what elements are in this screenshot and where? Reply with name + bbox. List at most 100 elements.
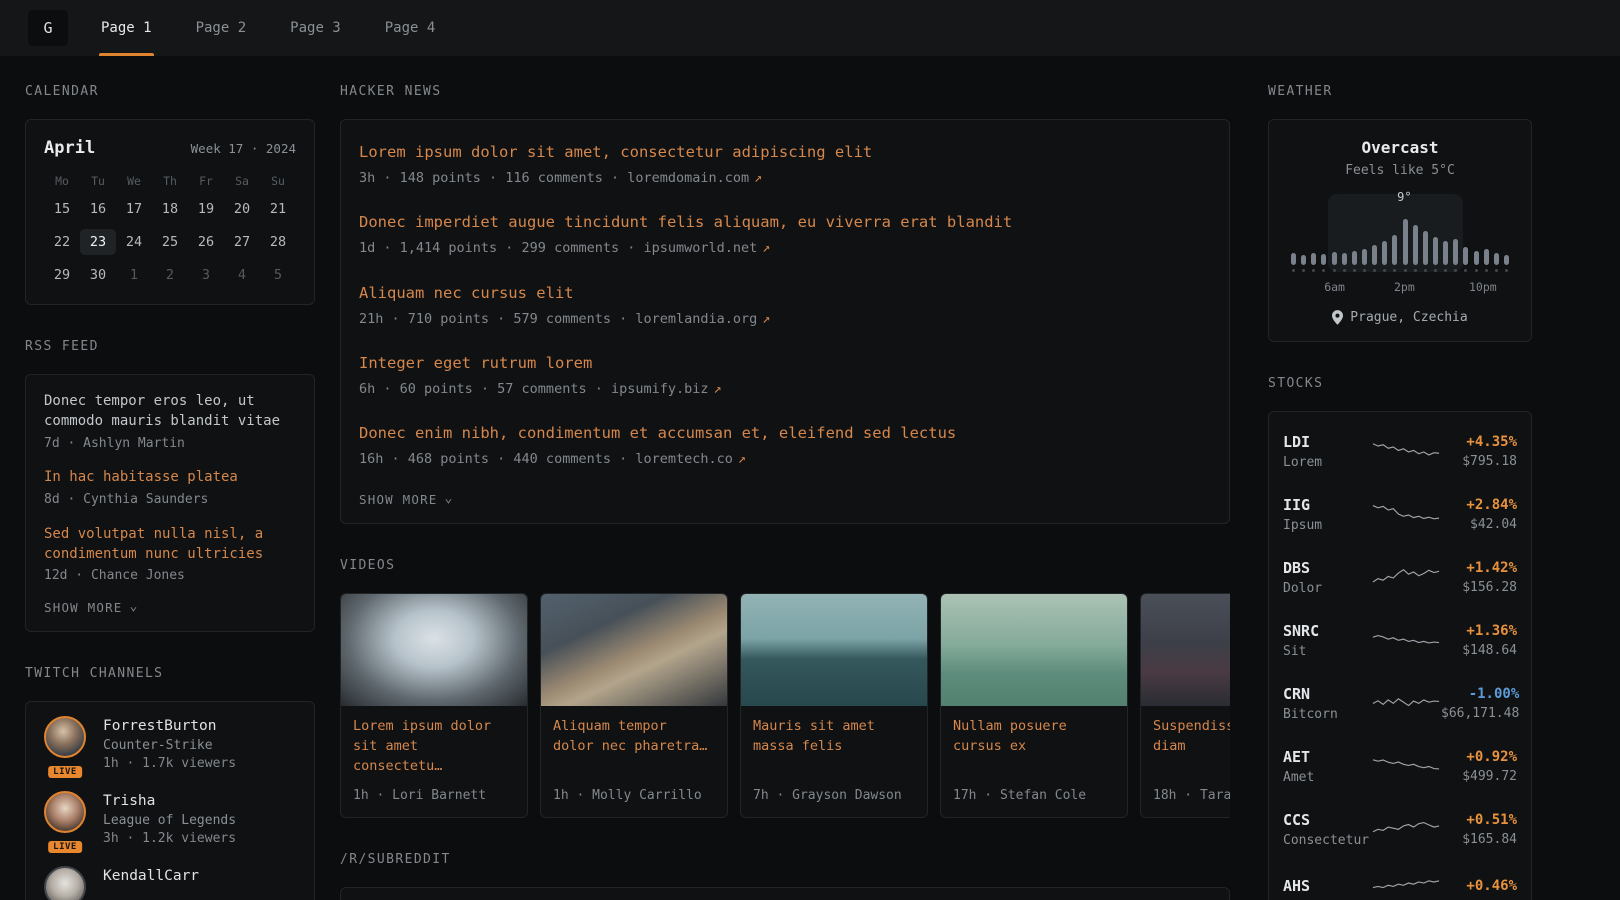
hn-story-meta-text: 16h · 468 points · 440 comments · loremt… [359, 451, 733, 467]
stock-row[interactable]: CCS Consectetur +0.51% $165.84 [1283, 798, 1517, 861]
channel-avatar: LIVE [44, 716, 90, 774]
video-thumbnail[interactable] [1141, 594, 1230, 706]
video-meta: 1h · Lori Barnett [341, 779, 527, 818]
hn-story-meta-text: 3h · 148 points · 116 comments · loremdo… [359, 170, 749, 186]
hn-story: Donec imperdiet augue tincidunt felis al… [359, 210, 1211, 258]
calendar-day: 18 [152, 196, 188, 222]
video-thumbnail[interactable] [741, 594, 927, 706]
hour-dot [1444, 269, 1447, 272]
hour-dot [1343, 269, 1346, 272]
video-card[interactable]: Nullam posuere cursus ex 17h · Stefan Co… [940, 593, 1128, 819]
section-title-calendar: CALENDAR [25, 84, 315, 99]
avatar [44, 791, 86, 833]
channel-name[interactable]: Trisha [103, 791, 236, 811]
video-meta: 7h · Grayson Dawson [741, 779, 927, 818]
channel-info: ForrestBurton Counter-Strike 1h · 1.7k v… [103, 716, 236, 774]
rss-show-more-button[interactable]: SHOW MORE ⌄ [44, 600, 139, 615]
hn-story-link[interactable]: Integer eget rutrum lorem [359, 351, 1211, 376]
rss-item-link[interactable]: Sed volutpat nulla nisl, a condimentum n… [44, 524, 296, 565]
video-card[interactable]: Aliquam tempor dolor nec pharetra… 1h · … [540, 593, 728, 819]
channel-name[interactable]: KendallCarr [103, 866, 199, 886]
page-tab[interactable]: Page 1 [86, 0, 167, 56]
calendar-days-grid: 1516171819202122232425262728293012345 [44, 196, 296, 288]
twitch-channel-row[interactable]: LIVE Trisha League of Legends 3h · 1.2k … [44, 791, 296, 849]
stock-row[interactable]: AET Amet +0.92% $499.72 [1283, 735, 1517, 798]
hour-dot [1363, 269, 1366, 272]
rss-item-link[interactable]: Donec tempor eros leo, ut commodo mauris… [44, 391, 296, 432]
video-thumbnail[interactable] [541, 594, 727, 706]
hn-story-link[interactable]: Donec imperdiet augue tincidunt felis al… [359, 210, 1211, 235]
stock-row[interactable]: DBS Dolor +1.42% $156.28 [1283, 546, 1517, 609]
hour-dot [1312, 269, 1315, 272]
hn-story-link[interactable]: Aliquam nec cursus elit [359, 281, 1211, 306]
middle-column: HACKER NEWS Lorem ipsum dolor sit amet, … [340, 84, 1230, 900]
video-card[interactable]: Lorem ipsum dolor sit amet consectetu… 1… [340, 593, 528, 819]
video-title-link[interactable]: Mauris sit amet massa felis [741, 706, 927, 779]
hn-story-link[interactable]: Donec enim nibh, condimentum et accumsan… [359, 421, 1211, 446]
rss-item-link[interactable]: In hac habitasse platea [44, 467, 296, 487]
stock-row[interactable]: AHS +0.46% [1283, 861, 1517, 900]
stock-row[interactable]: IIG Ipsum +2.84% $42.04 [1283, 483, 1517, 546]
rss-item: In hac habitasse platea 8d · Cynthia Sau… [44, 467, 296, 509]
hour-bar-column [1342, 253, 1347, 272]
stock-change-percent: +0.92% [1441, 749, 1517, 765]
video-thumbnail[interactable] [941, 594, 1127, 706]
video-card[interactable]: Mauris sit amet massa felis 7h · Grayson… [740, 593, 928, 819]
stock-row[interactable]: LDI Lorem +4.35% $795.18 [1283, 420, 1517, 483]
hour-bar-column [1474, 251, 1479, 272]
channel-info: Trisha League of Legends 3h · 1.2k viewe… [103, 791, 236, 849]
video-card[interactable]: Suspendisse diam 18h · Tara [1140, 593, 1230, 819]
stock-values: +0.92% $499.72 [1441, 749, 1517, 784]
stock-price: $165.84 [1441, 832, 1517, 847]
temperature-bar [1433, 237, 1438, 265]
show-more-label: SHOW MORE [44, 600, 123, 615]
stocks-widget: STOCKS LDI Lorem +4.35% $795.18 [1268, 376, 1532, 900]
hour-bar-column [1484, 249, 1489, 272]
hour-dot [1404, 269, 1407, 272]
temperature-bar [1403, 219, 1408, 265]
temperature-bar [1463, 247, 1468, 265]
stock-values: -1.00% $66,171.48 [1441, 686, 1519, 721]
calendar-day: 21 [260, 196, 296, 222]
temperature-bar [1311, 253, 1316, 265]
stock-price: $499.72 [1441, 769, 1517, 784]
hn-story-meta: 21h · 710 points · 579 comments · loreml… [359, 310, 1211, 330]
stock-change-percent: +4.35% [1441, 434, 1517, 450]
video-thumbnail[interactable] [341, 594, 527, 706]
page-tab[interactable]: Page 2 [181, 0, 262, 56]
temperature-bar [1332, 252, 1337, 265]
calendar-day: 1 [116, 262, 152, 288]
page-tabs: Page 1Page 2Page 3Page 4 [86, 0, 464, 56]
page-tab[interactable]: Page 4 [370, 0, 451, 56]
hn-show-more-button[interactable]: SHOW MORE ⌄ [359, 492, 454, 507]
day-header: Su [260, 174, 296, 188]
video-title-link[interactable]: Suspendisse diam [1141, 706, 1230, 779]
app-logo[interactable]: G [28, 10, 68, 46]
stock-row[interactable]: SNRC Sit +1.36% $148.64 [1283, 609, 1517, 672]
section-title-twitch: TWITCH CHANNELS [25, 666, 315, 681]
hn-list: Lorem ipsum dolor sit amet, consectetur … [359, 140, 1211, 470]
twitch-channel-row[interactable]: LIVE ForrestBurton Counter-Strike 1h · 1… [44, 716, 296, 774]
external-link-icon: ↗ [754, 170, 762, 186]
hour-bar-column [1494, 253, 1499, 272]
temperature-bar [1362, 249, 1367, 265]
stock-symbol: SNRC [1283, 622, 1371, 640]
page-tab[interactable]: Page 3 [275, 0, 356, 56]
video-title-link[interactable]: Aliquam tempor dolor nec pharetra… [541, 706, 727, 779]
video-title-link[interactable]: Nullam posuere cursus ex [941, 706, 1127, 779]
calendar-day: 23 [80, 229, 116, 255]
video-meta: 17h · Stefan Cole [941, 779, 1127, 818]
twitch-channel-row[interactable]: LIVE KendallCarr [44, 866, 296, 900]
stock-sparkline [1371, 816, 1441, 844]
channel-name[interactable]: ForrestBurton [103, 716, 236, 736]
external-link-icon: ↗ [714, 381, 722, 397]
rss-item-meta: 12d · Chance Jones [44, 567, 296, 586]
hn-story-link[interactable]: Lorem ipsum dolor sit amet, consectetur … [359, 140, 1211, 165]
temperature-bar [1342, 253, 1347, 265]
external-link-icon: ↗ [738, 451, 746, 467]
video-title-link[interactable]: Lorem ipsum dolor sit amet consectetu… [341, 706, 527, 779]
hour-bar-column [1443, 241, 1448, 272]
calendar-day: 3 [188, 262, 224, 288]
stock-sparkline [1371, 874, 1441, 900]
stock-row[interactable]: CRN Bitcorn -1.00% $66,171.48 [1283, 672, 1517, 735]
